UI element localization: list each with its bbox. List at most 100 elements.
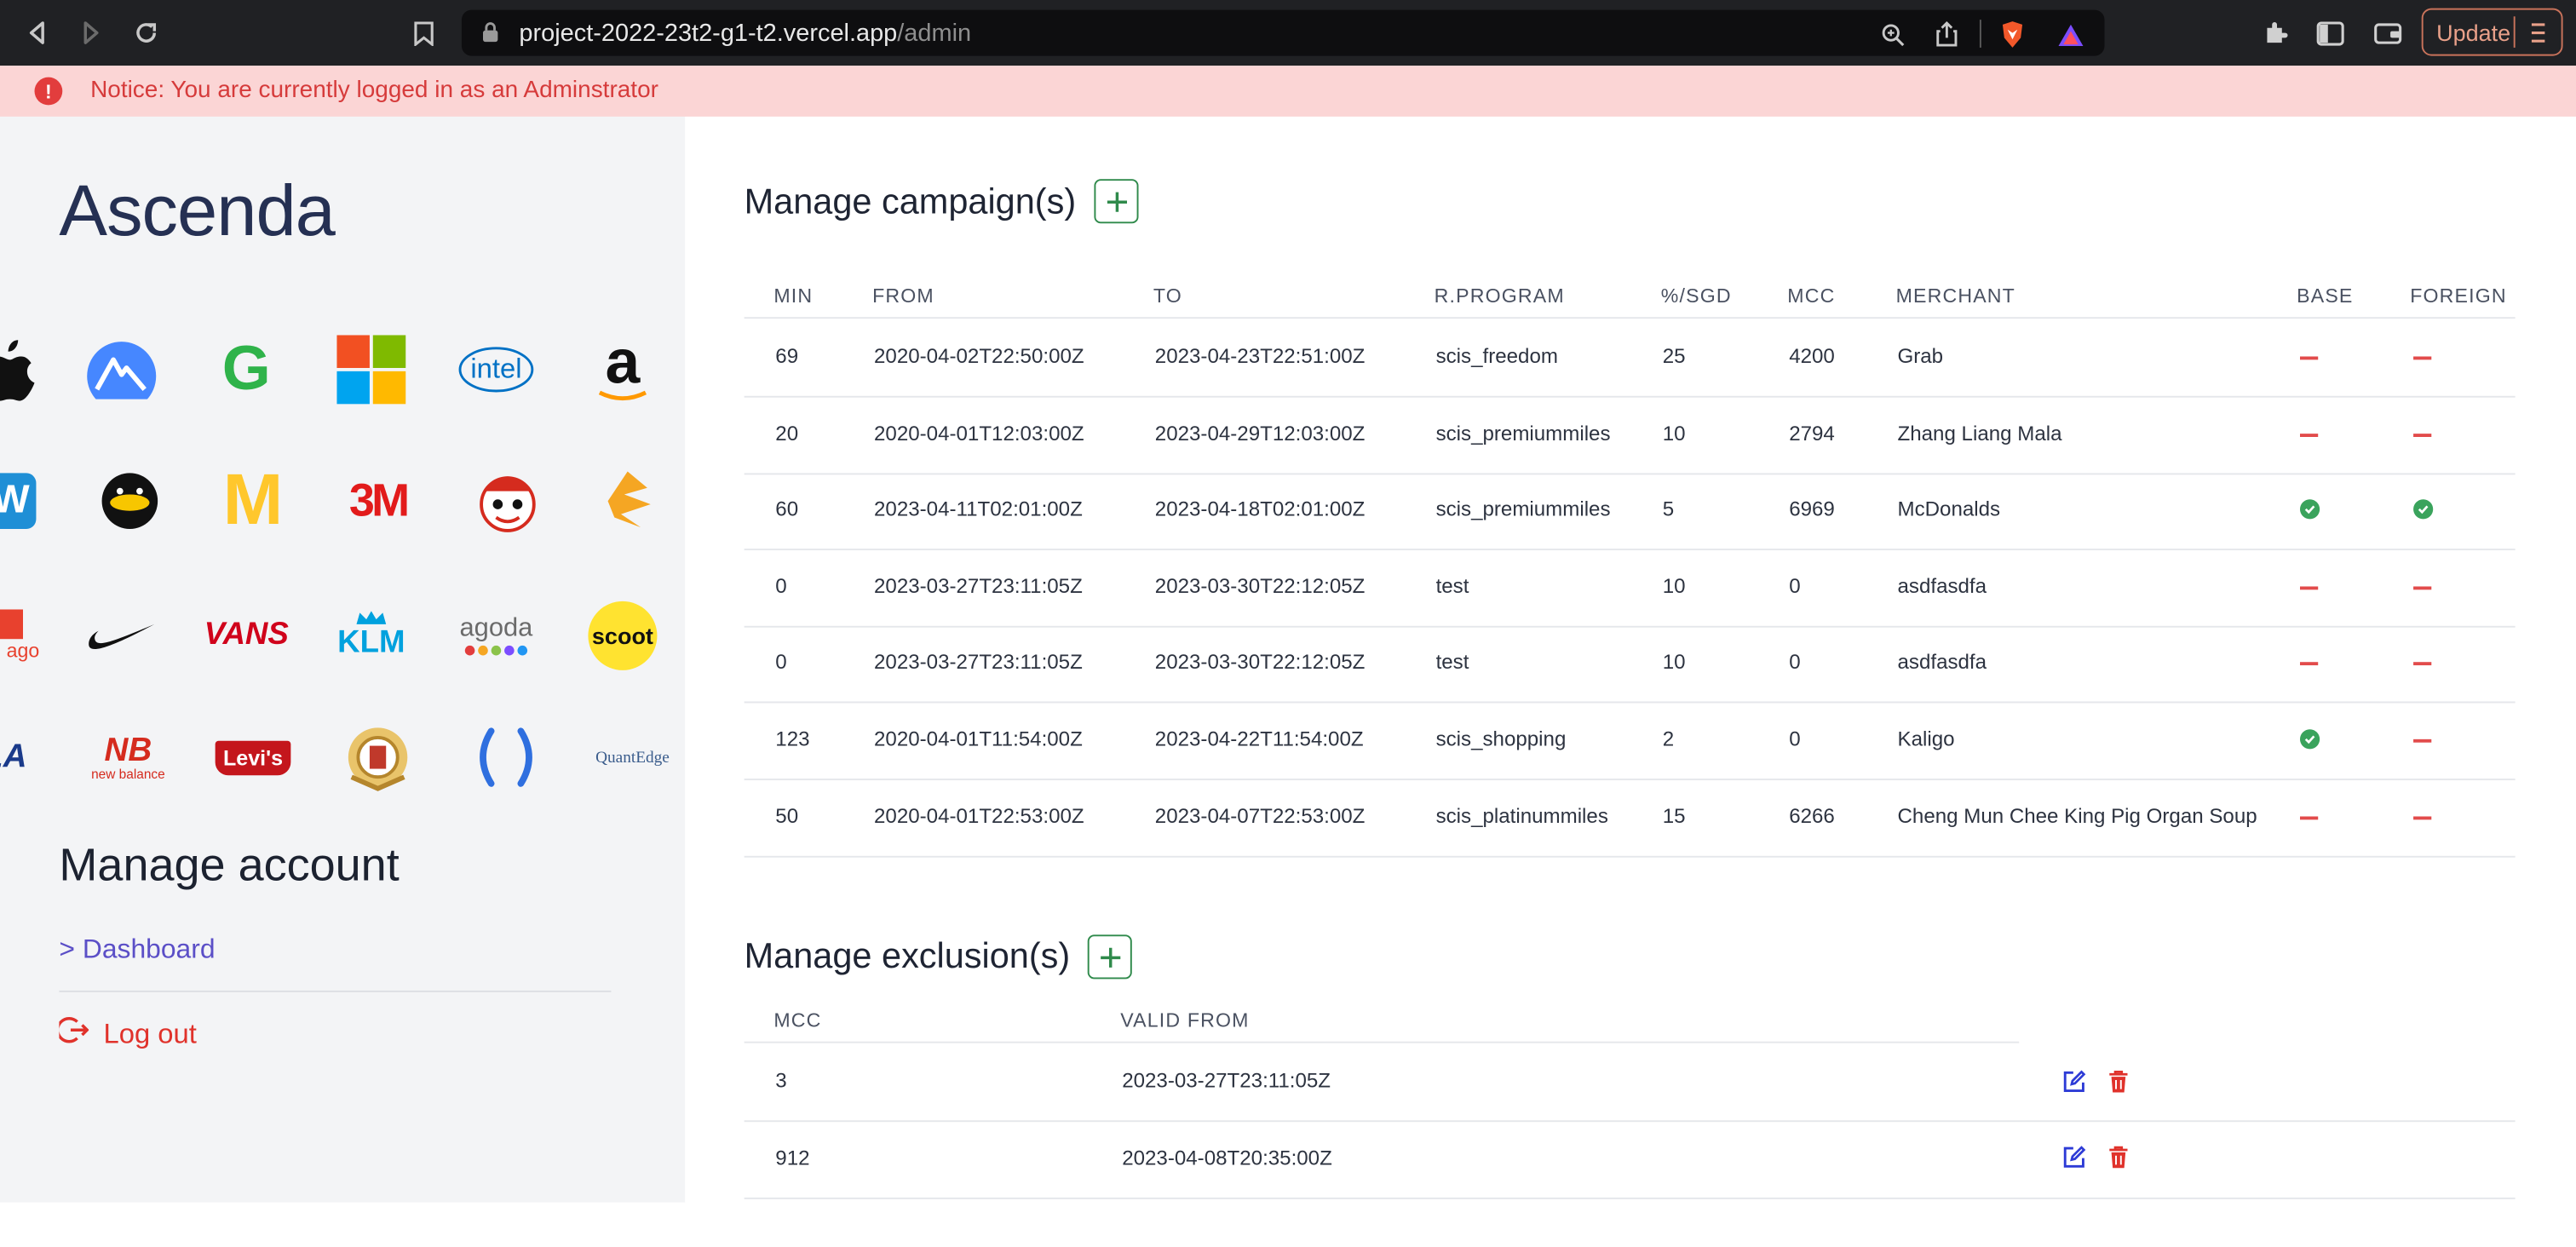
column-header: R.PROGRAM (1434, 284, 1565, 307)
dash-icon (2413, 433, 2432, 437)
row-divider (744, 702, 2516, 704)
dashboard-link[interactable]: > Dashboard (59, 934, 215, 966)
column-header: BASE (2297, 284, 2354, 307)
cell-program: scis_premiummiles (1435, 421, 1611, 445)
extensions-icon[interactable] (2259, 16, 2292, 49)
logout-button[interactable]: Log out (56, 1015, 197, 1053)
notice-text: Notice: You are currently logged in as a… (90, 77, 658, 104)
brave-rewards-icon[interactable] (2056, 20, 2085, 49)
edit-icon[interactable] (2060, 1144, 2086, 1170)
forward-icon[interactable] (74, 16, 107, 49)
brave-shield-icon[interactable] (1998, 20, 2027, 49)
cell-from: 2023-04-11T02:01:00Z (873, 497, 1083, 521)
wallet-icon[interactable] (2371, 16, 2404, 49)
trash-icon[interactable] (2104, 1068, 2130, 1095)
w-logo: W (0, 462, 37, 541)
update-label: Update (2436, 19, 2511, 46)
row-divider (744, 1197, 2516, 1199)
column-header: MCC (773, 1009, 822, 1032)
cell-mcc: 3 (775, 1069, 787, 1093)
url-path: /admin (897, 19, 972, 47)
column-header: FROM (872, 284, 934, 307)
cell-to: 2023-04-23T22:51:00Z (1154, 344, 1366, 368)
reload-icon[interactable] (129, 16, 163, 49)
cell-program: scis_premiummiles (1435, 497, 1611, 521)
jollibee-logo (469, 462, 548, 541)
bookmark-icon[interactable] (407, 16, 440, 49)
agoda-logo: agoda (457, 596, 536, 675)
column-header: FOREIGN (2410, 284, 2507, 307)
cell-from: 2020-04-01T11:54:00Z (873, 727, 1083, 751)
plus-icon (1100, 946, 1120, 967)
cell-valid-from: 2023-04-08T20:35:00Z (1122, 1146, 1332, 1169)
table-row: 20 2020-04-01T12:03:00Z 2023-04-29T12:03:0… (685, 422, 2576, 497)
zoom-icon[interactable] (1877, 20, 1907, 49)
cell-pct: 5 (1662, 497, 1675, 521)
update-button[interactable]: Update (2421, 8, 2563, 56)
row-divider (744, 1120, 2516, 1123)
column-header: TO (1153, 284, 1182, 307)
cell-pct: 10 (1662, 651, 1686, 675)
cell-pct: 2 (1662, 727, 1675, 751)
row-divider (744, 779, 2516, 781)
cell-to: 2023-03-30T22:12:05Z (1154, 574, 1366, 598)
nordvpn-logo (82, 330, 161, 410)
dash-icon (2413, 586, 2432, 589)
table-row: 0 2023-03-27T23:11:05Z 2023-03-30T22:12:05… (685, 575, 2576, 651)
cell-to: 2023-04-07T22:53:00Z (1154, 804, 1366, 828)
back-icon[interactable] (21, 16, 55, 49)
column-header: VALID FROM (1120, 1009, 1250, 1032)
cell-program: scis_platinummiles (1435, 804, 1608, 828)
cell-pct: 10 (1662, 421, 1686, 445)
cell-from: 2020-04-02T22:50:00Z (873, 344, 1084, 368)
main-content: Manage campaign(s) MIN FROM TO R.PROGRAM %/S… (685, 116, 2576, 1203)
sidebar-divider (59, 990, 612, 992)
admin-notice-bar: ! Notice: You are currently logged in as… (0, 66, 2576, 117)
manage-account-heading: Manage account (59, 839, 400, 891)
cell-merchant: asdfasdfa (1897, 574, 1987, 598)
new-balance-logo: NB new balance (91, 732, 165, 782)
cell-pct: 15 (1662, 804, 1686, 828)
cell-pct: 25 (1662, 344, 1686, 368)
mcdonalds-logo: M (222, 459, 284, 541)
cell-program: test (1435, 651, 1469, 675)
dash-icon (2413, 738, 2432, 743)
nike-logo (82, 596, 161, 675)
cell-min: 123 (775, 727, 810, 751)
apple-logo (0, 330, 49, 410)
dash-icon (2299, 586, 2319, 589)
cell-pct: 10 (1662, 574, 1686, 598)
crest-logo (338, 718, 417, 797)
edit-icon[interactable] (2060, 1068, 2086, 1095)
cell-merchant: Zhang Liang Mala (1897, 421, 2062, 445)
lock-icon (481, 21, 499, 51)
cell-merchant: asdfasdfa (1897, 651, 1987, 675)
add-campaign-button[interactable] (1094, 179, 1139, 224)
column-header: MCC (1787, 284, 1836, 307)
cell-to: 2023-03-30T22:12:05Z (1154, 651, 1366, 675)
sidebar: Ascenda G intel a W M (0, 116, 686, 1203)
cell-min: 69 (775, 344, 799, 368)
trash-icon[interactable] (2104, 1144, 2130, 1170)
cell-to: 2023-04-18T02:01:00Z (1154, 497, 1366, 521)
dash-icon (2413, 815, 2432, 819)
logout-icon (56, 1015, 89, 1053)
dash-icon (2299, 433, 2319, 437)
table-row: 3 2023-03-27T23:11:05Z (685, 1069, 2576, 1145)
cell-merchant: Kaligo (1897, 727, 1955, 751)
intel-logo: intel (457, 330, 536, 410)
dash-icon (2299, 815, 2319, 819)
sidebar-toggle-icon[interactable] (2313, 16, 2346, 49)
address-bar[interactable]: project-2022-23t2-g1-t2.vercel.app/admin (461, 9, 2105, 56)
singapore-airlines-logo (588, 462, 667, 541)
table-row: 0 2023-03-27T23:11:05Z 2023-03-30T22:12:05… (685, 651, 2576, 727)
share-icon[interactable] (1932, 20, 1962, 49)
cell-program: scis_freedom (1435, 344, 1558, 368)
vans-logo: VANS (204, 618, 289, 652)
microsoft-logo (332, 330, 411, 410)
cell-min: 50 (775, 804, 799, 828)
column-header: MIN (773, 284, 814, 307)
column-header: MERCHANT (1895, 284, 2015, 307)
add-exclusion-button[interactable] (1087, 934, 1132, 980)
table-row: 912 2023-04-08T20:35:00Z (685, 1146, 2576, 1202)
